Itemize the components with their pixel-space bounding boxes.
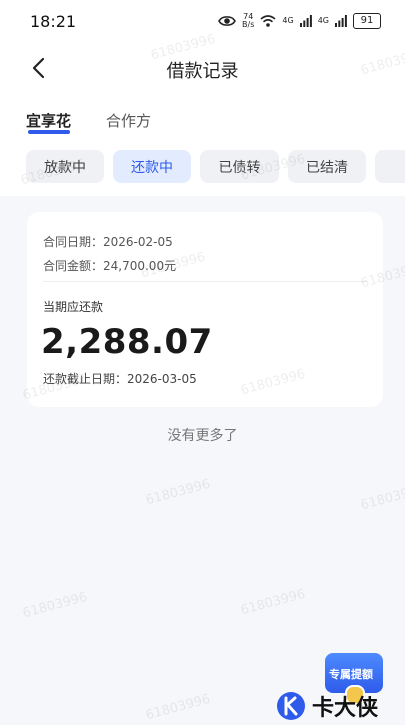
brand-logo: 卡大侠 bbox=[276, 691, 378, 721]
brand-logo-icon bbox=[277, 692, 305, 720]
signal-label-2: 4G bbox=[317, 16, 329, 25]
signal-icon-2 bbox=[335, 15, 347, 27]
filter-chip-settled[interactable]: 已结清 bbox=[288, 150, 366, 183]
tab-active-indicator bbox=[28, 130, 70, 134]
watermark: 61803996 bbox=[239, 586, 307, 619]
filter-chip-transferred[interactable]: 已债转 bbox=[200, 150, 279, 183]
due-amount-label: 当期应还款 bbox=[43, 300, 104, 314]
watermark: 61803996 bbox=[144, 476, 212, 509]
loan-card[interactable]: 合同日期：2026-02-05 合同金额：24,700.00元 当期应还款 2,… bbox=[27, 212, 383, 407]
filter-chip-repaying[interactable]: 还款中 bbox=[113, 150, 191, 183]
signal-label-1: 4G bbox=[282, 16, 294, 25]
signal-icon bbox=[299, 15, 312, 27]
status-bar: 18:21 74 B/s 4G 4G 91 bbox=[0, 0, 405, 40]
card-divider bbox=[43, 281, 367, 282]
battery-indicator: 91 bbox=[353, 13, 381, 29]
filter-chip-more[interactable] bbox=[375, 150, 405, 183]
brand-name: 卡大侠 bbox=[312, 696, 379, 721]
watermark: 61803996 bbox=[21, 589, 89, 622]
wifi-icon bbox=[260, 15, 276, 27]
filter-chip-disbursing[interactable]: 放款中 bbox=[26, 150, 104, 183]
credit-boost-label: 专属提额 bbox=[329, 668, 373, 681]
contract-amount: 合同金额：24,700.00元 bbox=[43, 259, 177, 273]
status-time: 18:21 bbox=[30, 12, 77, 31]
watermark: 61803996 bbox=[359, 481, 405, 514]
page-title: 借款记录 bbox=[166, 61, 239, 82]
tab-yixianghua[interactable]: 宜享花 bbox=[26, 110, 71, 131]
eye-icon bbox=[218, 16, 236, 26]
watermark: 61803996 bbox=[144, 691, 212, 724]
network-speed: 74 B/s bbox=[242, 13, 254, 29]
due-amount: 2,288.07 bbox=[41, 322, 213, 362]
repayment-deadline: 还款截止日期：2026-03-05 bbox=[43, 372, 197, 386]
credit-boost-badge[interactable]: 专属提额 bbox=[325, 653, 383, 705]
network-speed-unit: B/s bbox=[242, 20, 255, 29]
no-more-text: 没有更多了 bbox=[167, 428, 238, 444]
tab-partner[interactable]: 合作方 bbox=[106, 110, 151, 131]
status-icons: 74 B/s 4G 4G 91 bbox=[218, 12, 381, 30]
contract-date: 合同日期：2026-02-05 bbox=[43, 235, 173, 249]
